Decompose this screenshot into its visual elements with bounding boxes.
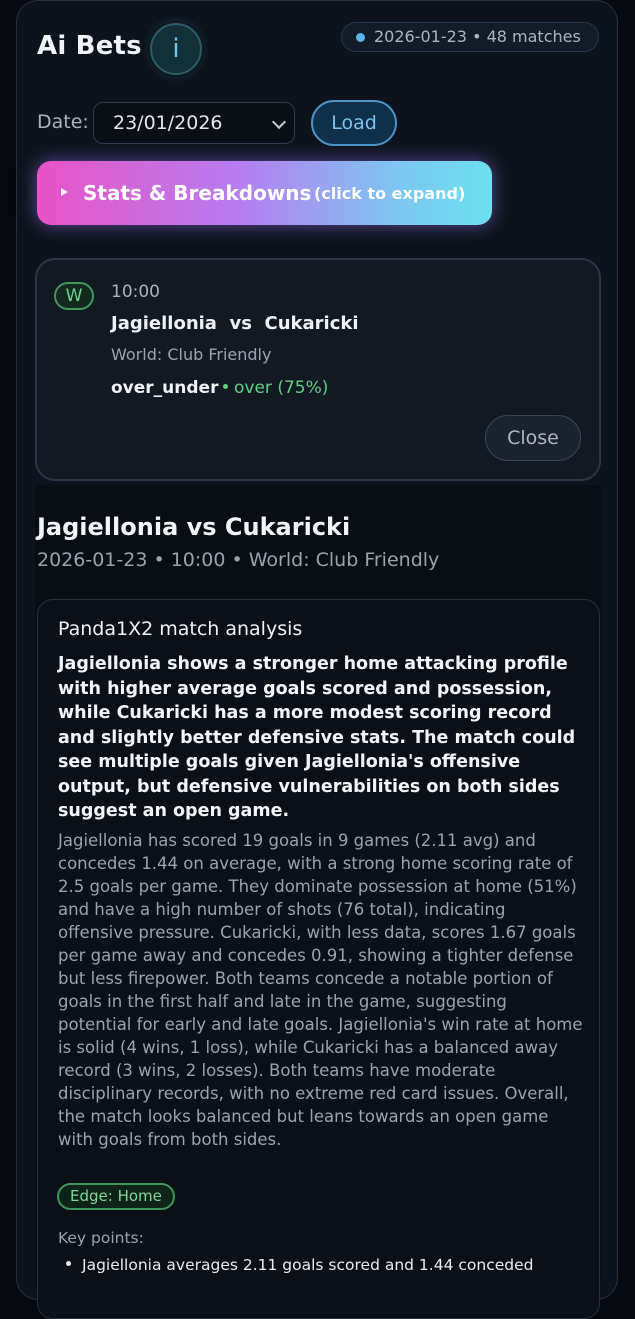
app-title: Ai Bets <box>37 31 142 61</box>
analysis-heading: Panda1X2 match analysis <box>58 618 303 640</box>
app-panel: Ai Bets i 2026-01-23 • 48 matches Date: … <box>16 0 618 1319</box>
stats-breakdowns-toggle[interactable]: Stats & Breakdowns (click to expand) <box>37 161 492 225</box>
analysis-summary: Jagiellonia shows a stronger home attack… <box>58 654 576 821</box>
match-time: 10:00 <box>111 282 160 302</box>
date-select[interactable]: 23/01/2026 <box>93 102 295 144</box>
detail-title: Jagiellonia vs Cukaricki <box>37 513 351 541</box>
match-teams: Jagiellonia vs Cukaricki <box>111 313 359 334</box>
league-name: World: Club Friendly <box>111 345 272 364</box>
expand-arrow-icon <box>61 188 68 196</box>
bullet-icon <box>66 1261 71 1266</box>
vs-separator: vs <box>229 313 252 334</box>
edge-badge: Edge: Home <box>57 1183 175 1210</box>
stats-title: Stats & Breakdowns <box>83 181 312 205</box>
bet-card[interactable]: W 10:00 Jagiellonia vs Cukaricki World: … <box>35 258 601 481</box>
home-team: Jagiellonia <box>111 313 217 334</box>
key-points-label: Key points: <box>58 1229 144 1247</box>
status-pill: 2026-01-23 • 48 matches <box>341 22 599 52</box>
stats-hint: (click to expand) <box>314 184 466 203</box>
detail-meta: 2026-01-23 • 10:00 • World: Club Friendl… <box>37 549 440 571</box>
date-label: Date: <box>37 111 89 133</box>
date-select-value: 23/01/2026 <box>113 112 223 134</box>
info-button[interactable]: i <box>150 23 202 75</box>
key-point-text: Jagiellonia averages 2.11 goals scored a… <box>82 1256 534 1274</box>
away-team: Cukaricki <box>264 313 359 334</box>
close-button[interactable]: Close <box>485 415 581 461</box>
market-name: over_under <box>111 378 219 398</box>
pick-dot-icon <box>223 383 228 389</box>
pick-text: over (75%) <box>234 378 329 398</box>
analysis-card: Panda1X2 match analysis Jagiellonia show… <box>37 599 600 1319</box>
pick: over (75%) <box>223 378 328 398</box>
load-button[interactable]: Load <box>311 100 397 146</box>
key-point-item: Jagiellonia averages 2.11 goals scored a… <box>66 1256 533 1274</box>
status-text: 2026-01-23 • 48 matches <box>374 27 581 46</box>
chevron-down-icon <box>271 114 287 130</box>
status-dot-icon <box>356 33 365 42</box>
analysis-body: Jagiellonia has scored 19 goals in 9 gam… <box>58 831 583 1149</box>
result-badge: W <box>54 282 94 310</box>
